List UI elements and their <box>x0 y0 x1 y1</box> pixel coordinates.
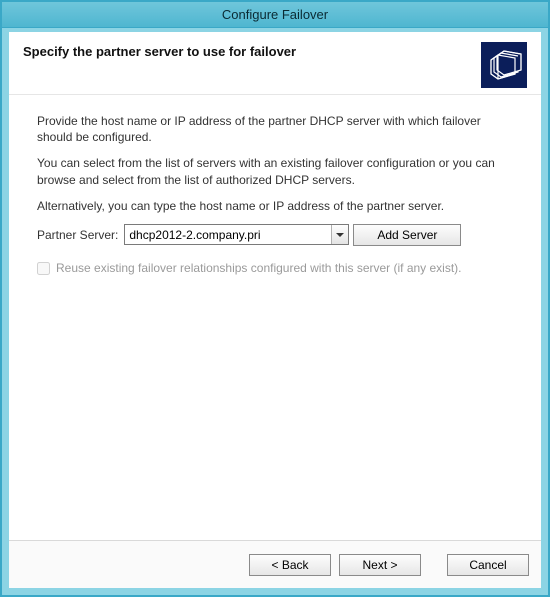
titlebar[interactable]: Configure Failover <box>2 2 548 28</box>
wizard-content: Provide the host name or IP address of t… <box>9 95 541 540</box>
partner-server-combo[interactable] <box>124 224 349 245</box>
window-title: Configure Failover <box>222 7 328 22</box>
reuse-relationships-label: Reuse existing failover relationships co… <box>56 260 462 276</box>
partner-server-dropdown-button[interactable] <box>331 225 348 244</box>
dialog-inner: Specify the partner server to use for fa… <box>2 28 548 595</box>
page-title: Specify the partner server to use for fa… <box>23 42 481 59</box>
wizard-footer: < Back Next > Cancel <box>9 540 541 588</box>
partner-server-label: Partner Server: <box>37 227 118 243</box>
next-button[interactable]: Next > <box>339 554 421 576</box>
back-button[interactable]: < Back <box>249 554 331 576</box>
reuse-relationships-checkbox <box>37 262 50 275</box>
description-1: Provide the host name or IP address of t… <box>37 113 519 145</box>
cancel-button[interactable]: Cancel <box>447 554 529 576</box>
dialog-window: Configure Failover Specify the partner s… <box>0 0 550 597</box>
partner-server-input[interactable] <box>125 225 331 244</box>
description-3: Alternatively, you can type the host nam… <box>37 198 519 214</box>
partner-server-row: Partner Server: Add Server <box>37 224 519 246</box>
wizard-header: Specify the partner server to use for fa… <box>9 32 541 95</box>
folder-stack-icon <box>481 42 527 88</box>
reuse-relationships-row: Reuse existing failover relationships co… <box>37 260 519 276</box>
description-2: You can select from the list of servers … <box>37 155 519 187</box>
add-server-button[interactable]: Add Server <box>353 224 461 246</box>
